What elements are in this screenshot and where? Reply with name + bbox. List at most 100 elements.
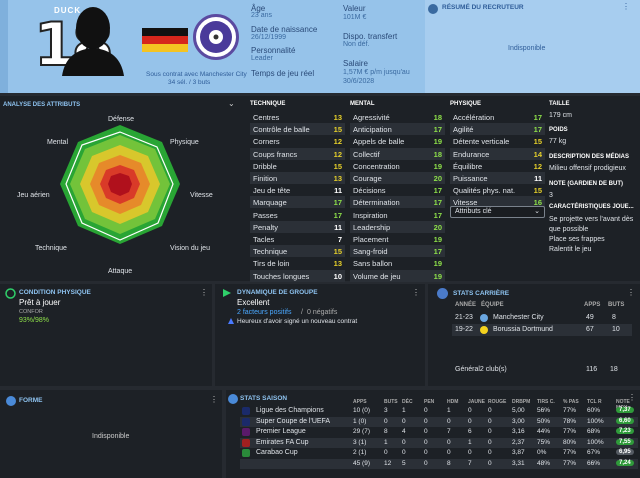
attribute-row[interactable]: Corners 12 [250, 135, 345, 147]
season-row[interactable]: Emirates FA Cup 3 (1) 1 0 0 0 1 0 2,37 75% 80% 100%… [240, 437, 638, 448]
attribute-name: Décisions [353, 186, 386, 196]
attribute-row[interactable]: Centres 13 [250, 111, 345, 123]
attribute-row[interactable]: Courage 20 [350, 172, 445, 184]
attributes-title[interactable]: ANALYSE DES ATTRIBUTS [3, 102, 80, 108]
scout-title[interactable]: RÉSUMÉ DU RECRUTEUR [442, 4, 524, 11]
career-row[interactable]: 21-23 Manchester City 49 8 [452, 312, 632, 324]
attribute-value: 13 [333, 259, 342, 269]
attribute-row[interactable]: Agilité 17 [450, 123, 545, 136]
career-row[interactable]: 19-22 Borussia Dortmund 67 10 [452, 324, 632, 336]
attribute-row[interactable]: Équilibre 12 [450, 160, 545, 172]
season-col-header[interactable]: TCL R [587, 399, 602, 405]
attribute-row[interactable]: Concentration 19 [350, 160, 445, 172]
condition-menu-icon[interactable]: ⋮ [200, 288, 208, 297]
radar-label-technique: Technique [35, 245, 67, 252]
gk-note-value: 3 [549, 192, 553, 199]
attribute-row[interactable]: Appels de balle 19 [350, 135, 445, 147]
season-cell: 3,87 [512, 449, 525, 457]
season-row[interactable]: Super Coupe de l'UEFA 1 (0) 0 0 0 0 0 0 3,00 50% 7… [240, 416, 638, 427]
traits-label[interactable]: CARACTÉRISTIQUES JOUE... [549, 204, 634, 210]
technique-title: TECHNIQUE [250, 101, 286, 107]
attribute-row[interactable]: Finition 13 [250, 172, 345, 184]
season-cell: 29 (7) [353, 428, 370, 436]
radar-label-physique: Physique [170, 139, 199, 146]
attribute-row[interactable]: Inspiration 17 [350, 209, 445, 221]
form-title[interactable]: FORME [19, 397, 42, 404]
attribute-value: 17 [433, 198, 442, 208]
attributes-dropdown-icon[interactable]: ⌄ [228, 99, 235, 108]
attribute-row[interactable]: Tirs de loin 13 [250, 257, 345, 269]
season-col-header[interactable]: PEN [424, 399, 434, 405]
career-menu-icon[interactable]: ⋮ [627, 288, 635, 297]
attribute-row[interactable]: Sans ballon 19 [350, 257, 445, 269]
season-col-header[interactable]: % PAS [563, 399, 579, 405]
attribute-value: 10 [333, 271, 342, 281]
attribute-row[interactable]: Puissance 11 [450, 172, 545, 184]
season-cell: 67% [587, 449, 601, 457]
season-row[interactable]: Carabao Cup 2 (1) 0 0 0 0 0 0 3,87 0% 77% 67% 6,95 [240, 448, 638, 458]
rating-badge: 7,23 [616, 428, 634, 435]
season-col-header[interactable]: BUTS [384, 399, 398, 405]
attribute-row[interactable]: Marquage 17 [250, 196, 345, 209]
dynamics-positive[interactable]: 2 facteurs positifs [237, 309, 291, 316]
season-col-header[interactable]: TIRS C. [537, 399, 555, 405]
attribute-row[interactable]: Leadership 20 [350, 220, 445, 233]
attribute-row[interactable]: Sang-froid 17 [350, 245, 445, 258]
attribute-name: Centres [253, 113, 280, 122]
season-cell: 0 [402, 449, 406, 457]
attribute-value: 19 [433, 137, 442, 147]
attribute-row[interactable]: Jeu de tête 11 [250, 184, 345, 196]
key-attributes-select[interactable]: Attributs clé ⌄ [450, 206, 545, 218]
season-row[interactable]: Ligue des Champions 10 (0) 3 1 0 1 0 0 5,00 56% 77… [240, 406, 638, 416]
attribute-row[interactable]: Volume de jeu 19 [350, 269, 445, 282]
attribute-row[interactable]: Décisions 17 [350, 184, 445, 196]
attribute-row[interactable]: Contrôle de balle 15 [250, 123, 345, 136]
attribute-row[interactable]: Qualités phys. nat. 15 [450, 184, 545, 196]
season-cell: 60% [587, 407, 601, 414]
season-row[interactable]: 45 (9) 12 5 0 8 7 0 3,31 48% 77% 66% 7,24 [240, 459, 638, 469]
season-col-header[interactable]: APPS [353, 399, 367, 405]
attribute-row[interactable]: Dribble 15 [250, 160, 345, 172]
attribute-name: Leadership [353, 222, 391, 232]
career-goals: 10 [612, 326, 620, 333]
season-cell: 45 (9) [353, 460, 370, 467]
attribute-row[interactable]: Agressivité 18 [350, 111, 445, 123]
season-col-header[interactable]: HDM [447, 399, 458, 405]
attribute-row[interactable]: Anticipation 17 [350, 123, 445, 136]
attribute-row[interactable]: Détente verticale 15 [450, 135, 545, 147]
attribute-row[interactable]: Touches longues 10 [250, 269, 345, 282]
attribute-row[interactable]: Placement 19 [350, 233, 445, 245]
attribute-name: Finition [253, 174, 278, 183]
club-crest-icon[interactable] [193, 14, 239, 60]
season-cell: 100% [587, 438, 604, 446]
attribute-row[interactable]: Technique 15 [250, 245, 345, 258]
attribute-row[interactable]: Accélération 17 [450, 111, 545, 123]
season-cell: 56% [537, 407, 551, 414]
attribute-row[interactable]: Endurance 14 [450, 147, 545, 160]
attribute-row[interactable]: Coups francs 12 [250, 147, 345, 160]
form-menu-icon[interactable]: ⋮ [210, 395, 218, 404]
season-col-header[interactable]: DRBPM [512, 399, 530, 405]
competition-name: Ligue des Champions [256, 407, 324, 414]
attribute-row[interactable]: Tacles 7 [250, 233, 345, 245]
contract-text[interactable]: Sous contrat avec Manchester City [146, 71, 247, 78]
attribute-value: 18 [433, 113, 442, 122]
attribute-row[interactable]: Penalty 11 [250, 220, 345, 233]
attribute-value: 15 [333, 161, 342, 171]
season-col-header[interactable]: DÉC [402, 399, 413, 405]
condition-title[interactable]: CONDITION PHYSIQUE [19, 289, 91, 296]
season-col-header[interactable]: JAUNE [468, 399, 485, 405]
season-row[interactable]: Premier League 29 (7) 8 4 0 7 6 0 3,16 44% 77% 68% 7… [240, 427, 638, 437]
season-col-header[interactable]: ROUGE [488, 399, 506, 405]
attribute-value: 12 [533, 161, 542, 171]
attribute-row[interactable]: Collectif 18 [350, 147, 445, 160]
attribute-row[interactable]: Détermination 17 [350, 196, 445, 209]
radar-label-defense: Défense [108, 116, 135, 123]
dynamics-title[interactable]: DYNAMIQUE DE GROUPE [237, 289, 318, 296]
scout-menu-icon[interactable]: ⋮ [622, 2, 630, 11]
dynamics-menu-icon[interactable]: ⋮ [412, 288, 420, 297]
weight-value: 77 kg [549, 138, 567, 145]
attribute-row[interactable]: Passes 17 [250, 209, 345, 221]
career-title[interactable]: STATS CARRIÈRE [453, 290, 509, 297]
attribute-value: 17 [433, 247, 442, 257]
